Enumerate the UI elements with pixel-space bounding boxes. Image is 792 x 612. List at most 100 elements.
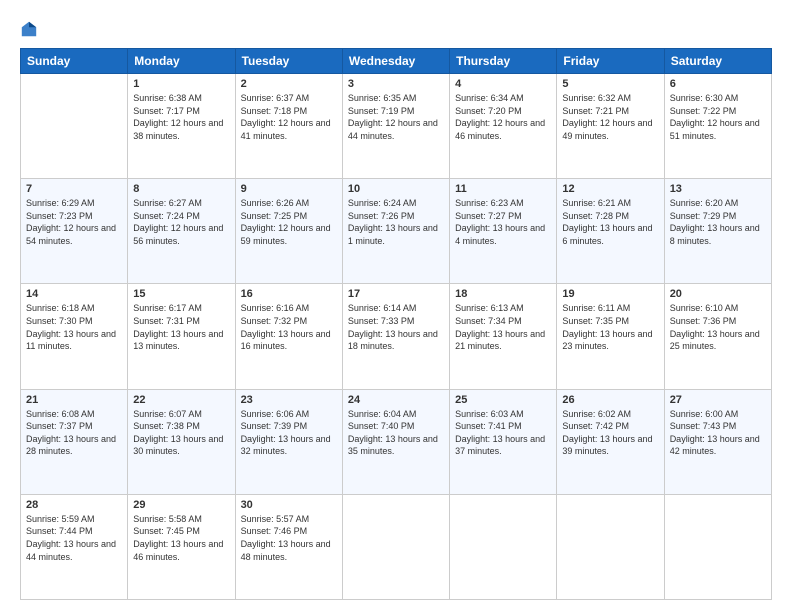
calendar-cell: 10 Sunrise: 6:24 AMSunset: 7:26 PMDayligh…	[342, 179, 449, 284]
calendar-cell: 13 Sunrise: 6:20 AMSunset: 7:29 PMDayligh…	[664, 179, 771, 284]
calendar-cell: 23Sunrise: 6:06 AMSunset: 7:39 PMDayligh…	[235, 389, 342, 494]
day-info: Sunrise: 6:08 AMSunset: 7:37 PMDaylight:…	[26, 408, 122, 458]
calendar-cell: 3 Sunrise: 6:35 AMSunset: 7:19 PMDaylight…	[342, 74, 449, 179]
day-number: 24	[348, 394, 444, 406]
day-info: Sunrise: 6:03 AMSunset: 7:41 PMDaylight:…	[455, 408, 551, 458]
day-number: 7	[26, 183, 122, 195]
calendar-cell: 14 Sunrise: 6:18 AMSunset: 7:30 PMDayligh…	[21, 284, 128, 389]
col-header-saturday: Saturday	[664, 49, 771, 74]
day-number: 26	[562, 394, 658, 406]
header	[20, 18, 772, 38]
day-info: Sunrise: 6:04 AMSunset: 7:40 PMDaylight:…	[348, 408, 444, 458]
calendar-cell: 29Sunrise: 5:58 AMSunset: 7:45 PMDayligh…	[128, 494, 235, 599]
day-info: Sunrise: 5:58 AMSunset: 7:45 PMDaylight:…	[133, 513, 229, 563]
week-row-4: 28 Sunrise: 5:59 AMSunset: 7:44 PMDayligh…	[21, 494, 772, 599]
day-info: Sunrise: 6:11 AMSunset: 7:35 PMDaylight:…	[562, 302, 658, 352]
calendar-cell: 5 Sunrise: 6:32 AMSunset: 7:21 PMDaylight…	[557, 74, 664, 179]
day-info: Sunrise: 6:30 AMSunset: 7:22 PMDaylight:…	[670, 92, 766, 142]
calendar-cell: 6 Sunrise: 6:30 AMSunset: 7:22 PMDaylight…	[664, 74, 771, 179]
day-number: 4	[455, 78, 551, 90]
calendar-cell: 25 Sunrise: 6:03 AMSunset: 7:41 PMDayligh…	[450, 389, 557, 494]
col-header-monday: Monday	[128, 49, 235, 74]
col-header-sunday: Sunday	[21, 49, 128, 74]
calendar-cell: 18 Sunrise: 6:13 AMSunset: 7:34 PMDayligh…	[450, 284, 557, 389]
calendar-cell: 15 Sunrise: 6:17 AMSunset: 7:31 PMDayligh…	[128, 284, 235, 389]
calendar-cell: 9 Sunrise: 6:26 AMSunset: 7:25 PMDaylight…	[235, 179, 342, 284]
day-number: 28	[26, 499, 122, 511]
calendar-cell	[21, 74, 128, 179]
calendar-cell: 7 Sunrise: 6:29 AMSunset: 7:23 PMDaylight…	[21, 179, 128, 284]
day-info: Sunrise: 6:00 AMSunset: 7:43 PMDaylight:…	[670, 408, 766, 458]
day-info: Sunrise: 6:13 AMSunset: 7:34 PMDaylight:…	[455, 302, 551, 352]
day-number: 11	[455, 183, 551, 195]
day-info: Sunrise: 6:10 AMSunset: 7:36 PMDaylight:…	[670, 302, 766, 352]
calendar-cell: 4 Sunrise: 6:34 AMSunset: 7:20 PMDaylight…	[450, 74, 557, 179]
col-header-wednesday: Wednesday	[342, 49, 449, 74]
calendar-cell: 12 Sunrise: 6:21 AMSunset: 7:28 PMDayligh…	[557, 179, 664, 284]
day-number: 12	[562, 183, 658, 195]
col-header-tuesday: Tuesday	[235, 49, 342, 74]
day-info: Sunrise: 5:57 AMSunset: 7:46 PMDaylight:…	[241, 513, 337, 563]
day-info: Sunrise: 6:14 AMSunset: 7:33 PMDaylight:…	[348, 302, 444, 352]
day-number: 22	[133, 394, 229, 406]
day-info: Sunrise: 6:20 AMSunset: 7:29 PMDaylight:…	[670, 197, 766, 247]
calendar-cell: 24 Sunrise: 6:04 AMSunset: 7:40 PMDayligh…	[342, 389, 449, 494]
calendar-cell: 21 Sunrise: 6:08 AMSunset: 7:37 PMDayligh…	[21, 389, 128, 494]
week-row-3: 21 Sunrise: 6:08 AMSunset: 7:37 PMDayligh…	[21, 389, 772, 494]
day-number: 16	[241, 288, 337, 300]
day-info: Sunrise: 6:02 AMSunset: 7:42 PMDaylight:…	[562, 408, 658, 458]
logo-icon	[20, 20, 38, 38]
calendar-cell: 16 Sunrise: 6:16 AMSunset: 7:32 PMDayligh…	[235, 284, 342, 389]
calendar-cell: 17Sunrise: 6:14 AMSunset: 7:33 PMDayligh…	[342, 284, 449, 389]
day-number: 14	[26, 288, 122, 300]
day-number: 3	[348, 78, 444, 90]
day-info: Sunrise: 6:17 AMSunset: 7:31 PMDaylight:…	[133, 302, 229, 352]
day-number: 21	[26, 394, 122, 406]
col-header-thursday: Thursday	[450, 49, 557, 74]
day-info: Sunrise: 5:59 AMSunset: 7:44 PMDaylight:…	[26, 513, 122, 563]
day-info: Sunrise: 6:26 AMSunset: 7:25 PMDaylight:…	[241, 197, 337, 247]
day-number: 6	[670, 78, 766, 90]
day-number: 19	[562, 288, 658, 300]
day-number: 18	[455, 288, 551, 300]
col-header-friday: Friday	[557, 49, 664, 74]
calendar-cell: 30 Sunrise: 5:57 AMSunset: 7:46 PMDayligh…	[235, 494, 342, 599]
day-info: Sunrise: 6:27 AMSunset: 7:24 PMDaylight:…	[133, 197, 229, 247]
day-number: 8	[133, 183, 229, 195]
day-info: Sunrise: 6:24 AMSunset: 7:26 PMDaylight:…	[348, 197, 444, 247]
calendar-cell	[557, 494, 664, 599]
day-number: 15	[133, 288, 229, 300]
calendar-cell: 22 Sunrise: 6:07 AMSunset: 7:38 PMDayligh…	[128, 389, 235, 494]
calendar-cell: 8 Sunrise: 6:27 AMSunset: 7:24 PMDaylight…	[128, 179, 235, 284]
day-number: 30	[241, 499, 337, 511]
day-number: 27	[670, 394, 766, 406]
calendar-cell: 26 Sunrise: 6:02 AMSunset: 7:42 PMDayligh…	[557, 389, 664, 494]
calendar-cell	[342, 494, 449, 599]
day-number: 23	[241, 394, 337, 406]
calendar-cell: 11 Sunrise: 6:23 AMSunset: 7:27 PMDayligh…	[450, 179, 557, 284]
day-info: Sunrise: 6:34 AMSunset: 7:20 PMDaylight:…	[455, 92, 551, 142]
day-number: 5	[562, 78, 658, 90]
day-number: 10	[348, 183, 444, 195]
day-info: Sunrise: 6:16 AMSunset: 7:32 PMDaylight:…	[241, 302, 337, 352]
day-number: 9	[241, 183, 337, 195]
day-info: Sunrise: 6:21 AMSunset: 7:28 PMDaylight:…	[562, 197, 658, 247]
calendar-cell: 28 Sunrise: 5:59 AMSunset: 7:44 PMDayligh…	[21, 494, 128, 599]
day-info: Sunrise: 6:38 AMSunset: 7:17 PMDaylight:…	[133, 92, 229, 142]
calendar-cell: 19 Sunrise: 6:11 AMSunset: 7:35 PMDayligh…	[557, 284, 664, 389]
day-info: Sunrise: 6:35 AMSunset: 7:19 PMDaylight:…	[348, 92, 444, 142]
calendar-cell: 27 Sunrise: 6:00 AMSunset: 7:43 PMDayligh…	[664, 389, 771, 494]
day-number: 20	[670, 288, 766, 300]
logo	[20, 18, 41, 38]
week-row-0: 1 Sunrise: 6:38 AMSunset: 7:17 PMDaylight…	[21, 74, 772, 179]
week-row-1: 7 Sunrise: 6:29 AMSunset: 7:23 PMDaylight…	[21, 179, 772, 284]
day-info: Sunrise: 6:32 AMSunset: 7:21 PMDaylight:…	[562, 92, 658, 142]
day-info: Sunrise: 6:23 AMSunset: 7:27 PMDaylight:…	[455, 197, 551, 247]
calendar-header-row: SundayMondayTuesdayWednesdayThursdayFrid…	[21, 49, 772, 74]
day-info: Sunrise: 6:07 AMSunset: 7:38 PMDaylight:…	[133, 408, 229, 458]
day-info: Sunrise: 6:29 AMSunset: 7:23 PMDaylight:…	[26, 197, 122, 247]
day-number: 1	[133, 78, 229, 90]
day-number: 25	[455, 394, 551, 406]
day-info: Sunrise: 6:18 AMSunset: 7:30 PMDaylight:…	[26, 302, 122, 352]
day-number: 13	[670, 183, 766, 195]
